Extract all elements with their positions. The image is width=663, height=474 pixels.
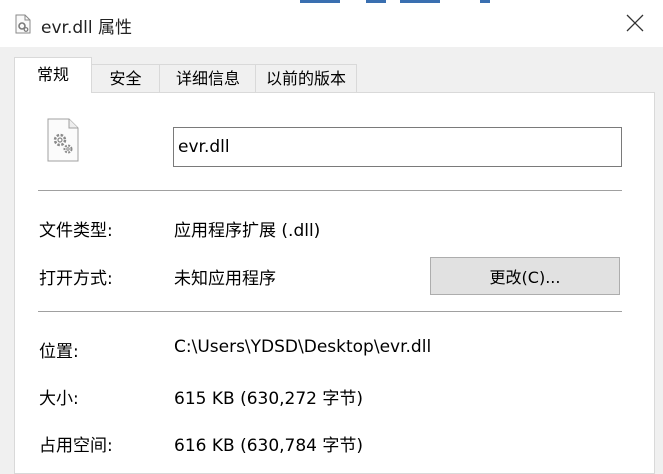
- tab-general[interactable]: 常规: [14, 57, 92, 93]
- location-value: C:\Users\YDSD\Desktop\evr.dll: [174, 337, 432, 357]
- size-label: 大小:: [39, 389, 79, 409]
- location-label: 位置:: [39, 342, 79, 362]
- disk-size-value: 616 KB (630,784 字节): [174, 436, 364, 456]
- file-type-label: 文件类型:: [39, 221, 113, 241]
- close-icon: [626, 14, 644, 36]
- divider: [38, 190, 622, 191]
- dll-file-icon: [47, 118, 79, 162]
- general-panel: 文件类型: 应用程序扩展 (.dll) 打开方式: 未知应用程序 更改(C)..…: [14, 92, 655, 474]
- window-title: evr.dll 属性: [41, 18, 132, 38]
- open-with-value: 未知应用程序: [174, 269, 276, 289]
- disk-size-label: 占用空间:: [39, 436, 113, 456]
- size-value: 615 KB (630,272 字节): [174, 389, 364, 409]
- tab-strip: 常规 安全 详细信息 以前的版本: [14, 57, 654, 93]
- title-bar: evr.dll 属性: [0, 3, 663, 47]
- tab-previous-versions[interactable]: 以前的版本: [255, 64, 357, 92]
- dll-file-icon: [15, 14, 31, 34]
- tab-details[interactable]: 详细信息: [159, 64, 257, 92]
- tab-security[interactable]: 安全: [90, 64, 161, 92]
- open-with-label: 打开方式:: [39, 269, 113, 289]
- file-name-input[interactable]: [173, 127, 622, 167]
- change-button[interactable]: 更改(C)...: [430, 257, 620, 295]
- close-button[interactable]: [612, 5, 658, 45]
- divider: [38, 311, 622, 312]
- file-type-value: 应用程序扩展 (.dll): [174, 221, 321, 241]
